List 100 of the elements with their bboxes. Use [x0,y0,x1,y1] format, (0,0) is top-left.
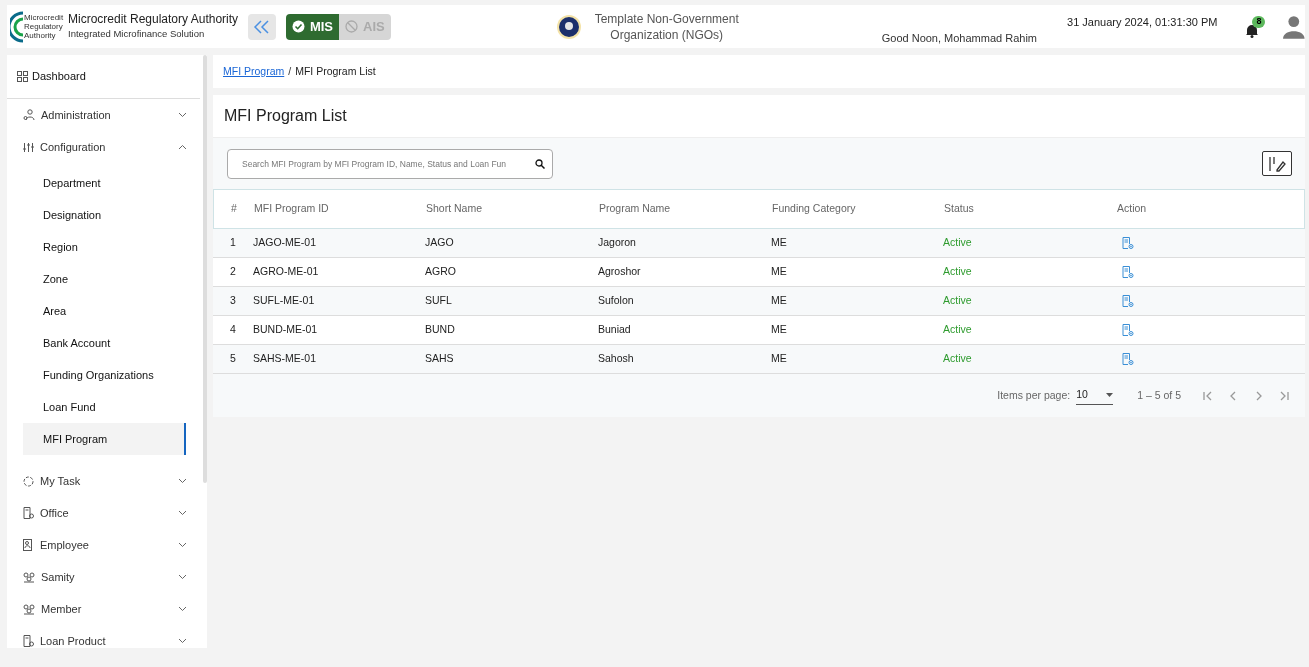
check-circle-icon [291,20,305,33]
view-details-icon[interactable] [1122,237,1134,249]
sidebar-item[interactable]: My Task [7,465,207,497]
column-header: MFI Program ID [254,201,330,217]
document-icon [23,635,34,647]
module-tab[interactable]: MIS [285,13,340,40]
chevron-icon [178,112,187,118]
table-cell-text: Buniad [598,322,632,338]
table-cell-text: 3 [229,293,237,309]
table-cell-text: 5 [229,351,237,367]
bell-icon[interactable] [1245,22,1260,38]
notification-count: 8 [1252,15,1266,28]
column-header: Status [944,201,975,217]
chevron-icon [178,574,187,580]
table-cell-text: Active [943,322,973,338]
page-size-select[interactable]: 10 [1076,386,1114,405]
spinner-icon [23,475,34,487]
sidebar-subitem[interactable]: Bank Account [23,327,186,359]
search-icon [535,158,545,169]
sidebar-subitem[interactable]: Zone [23,263,186,295]
chevron-icon [178,478,187,484]
table-cell-text: SAHS [425,351,455,367]
sidebar-item[interactable]: Configuration [7,131,207,163]
chevron-icon [178,638,187,644]
chevron-icon [178,606,187,612]
date-time: 31 January 2024, 01:31:30 PM [1067,15,1218,31]
table-cell-text: AGRO [425,264,457,280]
column-header: # [230,201,238,217]
table-cell-text: ME [771,235,788,251]
breadcrumb-link[interactable]: MFI Program [223,63,285,80]
group-icon [23,571,35,583]
avatar-silhouette[interactable] [1283,13,1305,40]
view-details-icon[interactable] [1122,295,1134,307]
column-header: Funding Category [772,201,857,217]
table-cell-text: ME [771,293,788,309]
search-field[interactable]: Search MFI Program by MFI Program ID, Name, Status and Loan Fun [227,148,553,179]
table-cell-text: 2 [229,264,237,280]
chevron-icon [178,542,187,548]
last-page-icon[interactable] [1279,389,1291,402]
table-cell-text: BUND-ME-01 [253,322,319,338]
view-details-icon[interactable] [1122,266,1134,278]
sidebar-subitem[interactable]: Designation [23,199,186,231]
table-cell-text: AGRO-ME-01 [253,264,320,280]
breadcrumb-current: MFI Program List [295,63,376,79]
organization-title: Template Non-Government Organization (NGOs) [593,10,740,43]
table-cell-text: BUND [425,322,456,338]
table-cell-text: 4 [229,322,237,338]
page-title: MFI Program List [224,106,347,126]
chevron-icon [178,510,187,516]
table-cell-text: Active [943,235,973,251]
column-header: Short Name [426,201,484,217]
table-cell-text: Sahosh [598,351,635,367]
chevron-icon [178,144,187,150]
seal-icon [555,13,582,40]
column-header: Program Name [599,201,672,217]
table-cell-text: ME [771,264,788,280]
sidebar-subitem[interactable]: Area [23,295,186,327]
first-page-icon[interactable] [1201,389,1213,402]
document-icon [23,507,34,519]
id-card-icon [23,539,34,551]
grid-icon [17,71,28,82]
sidebar-subitem[interactable]: Funding Organizations [23,359,186,391]
view-details-icon[interactable] [1122,353,1134,365]
sidebar-item[interactable]: Samity [7,561,207,593]
sidebar-subitem[interactable]: MFI Program [23,423,186,455]
sliders-icon [23,141,34,153]
organization-name: Microcredit Regulatory Authority [68,12,239,27]
table-cell-text: Sufolon [598,293,635,309]
table-cell-text: SAHS-ME-01 [253,351,317,367]
page-range: 1 – 5 of 5 [1137,387,1181,403]
table-cell-text: Active [943,351,973,367]
edit-columns-icon [1268,155,1286,172]
sidebar-item[interactable]: Loan Product [7,625,207,648]
sidebar-subitem[interactable]: Loan Fund [23,391,186,423]
column-settings-button[interactable] [1262,151,1292,176]
table-cell-text: Jagoron [598,235,637,251]
organization-subtitle: Integrated Microfinance Solution [68,27,206,41]
sidebar-item[interactable]: Dashboard [7,55,200,99]
sidebar-item[interactable]: Employee [7,529,207,561]
table-cell-text: JAGO [425,235,455,251]
sidebar-subitem[interactable]: Department [23,167,186,199]
table-cell-text: JAGO-ME-01 [253,235,317,251]
table-cell-text: Active [943,264,973,280]
table-cell-text: ME [771,322,788,338]
blocked-icon [345,20,359,33]
view-details-icon[interactable] [1122,324,1134,336]
collapse-sidebar-button[interactable] [248,13,276,40]
sidebar-item[interactable]: Office [7,497,207,529]
sidebar-subitem[interactable]: Region [23,231,186,263]
table-cell-text: Agroshor [598,264,642,280]
logo: Microcredit Regulatory Authority [10,6,62,47]
table-cell-text: Active [943,293,973,309]
sidebar-item[interactable]: Member [7,593,207,625]
column-header: Action [1117,201,1148,217]
items-per-page-label: Items per page: [997,387,1071,403]
sidebar-item[interactable]: Administration [7,99,207,131]
group-icon [23,603,35,615]
breadcrumb-separator: / [288,63,292,79]
table-cell-text: ME [771,351,788,367]
users-icon [23,109,35,121]
